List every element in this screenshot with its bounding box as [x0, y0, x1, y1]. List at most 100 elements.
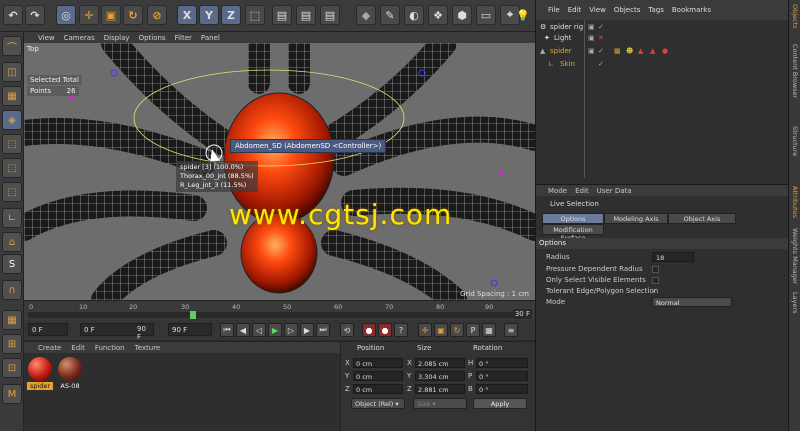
undo-icon[interactable]: ↶ [3, 5, 23, 25]
scene-icon[interactable]: ▭ [476, 5, 496, 25]
viewport-menu-display[interactable]: Display [104, 34, 130, 42]
workplane-icon[interactable]: ◈ [2, 110, 22, 130]
tweak-mode-icon[interactable]: ⌂ [2, 232, 22, 252]
record-rotation-icon[interactable]: ↻ [450, 323, 464, 337]
snap-icon[interactable]: S [2, 254, 22, 274]
pressure-checkbox[interactable] [652, 266, 659, 273]
min-time-field[interactable]: 0 F [28, 323, 68, 336]
texture-tag-icon[interactable]: ☻ [626, 47, 633, 55]
light-icon[interactable]: 💡 [513, 5, 533, 25]
tab-object-axis[interactable]: Object Axis [668, 213, 736, 224]
viewport-3d[interactable]: Top Selected Total Points 26 Abdomen_SD … [24, 43, 535, 300]
size-x-field[interactable]: 2.085 cm [415, 358, 465, 368]
rotate-icon[interactable]: ↻ [123, 5, 143, 25]
render-view-icon[interactable]: ▤ [272, 5, 292, 25]
last-tool-icon[interactable]: ⊘ [147, 5, 167, 25]
size-mode-select[interactable]: Size ▾ [413, 398, 467, 409]
viewport-menu-filter[interactable]: Filter [175, 34, 192, 42]
autokey-icon[interactable]: ● [378, 323, 392, 337]
grid-icon[interactable]: ▦ [2, 310, 22, 330]
cube-primitive-icon[interactable]: ◆ [356, 5, 376, 25]
visible-only-checkbox[interactable] [652, 277, 659, 284]
timeline-playhead[interactable] [190, 311, 197, 319]
enabled-check-icon[interactable]: ✓ [598, 23, 604, 31]
magnet-icon[interactable]: ∩ [2, 280, 22, 300]
max-time-field[interactable]: 90 F [168, 323, 212, 336]
tab-options[interactable]: Options [542, 213, 604, 224]
material-tag-icon[interactable]: ● [662, 47, 668, 55]
om-menu-tags[interactable]: Tags [648, 6, 664, 14]
nurbs-icon[interactable]: ◐ [404, 5, 424, 25]
coordinate-system-icon[interactable]: ⬚ [245, 5, 265, 25]
mode-select[interactable]: Normal [652, 297, 732, 307]
tab-attributes[interactable]: Attributes [791, 186, 799, 218]
loop-icon[interactable]: ⟲ [340, 323, 354, 337]
selection-tag-icon[interactable]: ▲ [638, 47, 643, 55]
weight-tag-icon[interactable]: ▦ [614, 47, 621, 55]
tolerant-checkbox[interactable]: ✓ [652, 287, 658, 295]
timeline-settings-icon[interactable]: ≡ [504, 323, 518, 337]
viewport-menu-options[interactable]: Options [139, 34, 166, 42]
material-menu-create[interactable]: Create [38, 344, 61, 352]
material-menu-edit[interactable]: Edit [71, 344, 85, 352]
coordinate-mode-select[interactable]: Object (Rel) ▾ [351, 398, 405, 409]
om-menu-file[interactable]: File [548, 6, 560, 14]
next-frame-icon[interactable]: ▷ [284, 323, 298, 337]
object-row[interactable]: ∟ Skin ✓ [536, 60, 788, 70]
om-menu-view[interactable]: View [589, 6, 606, 14]
am-menu-user-data[interactable]: User Data [597, 187, 632, 195]
points-mode-icon[interactable]: ⬚ [2, 134, 22, 154]
edit-render-settings-icon[interactable]: ▤ [320, 5, 340, 25]
pos-z-field[interactable]: 0 cm [353, 384, 403, 394]
live-selection-icon[interactable]: ◎ [56, 5, 76, 25]
tab-modeling-axis[interactable]: Modeling Axis [604, 213, 668, 224]
record-parameter-icon[interactable]: P [466, 323, 480, 337]
axis-z-button[interactable]: Z [221, 5, 241, 25]
am-menu-edit[interactable]: Edit [575, 187, 589, 195]
tab-layers[interactable]: Layers [791, 292, 799, 314]
object-row[interactable]: ✦ Light ▣ ✕ [536, 34, 788, 44]
tab-weights-manager[interactable]: Weights Manager [791, 228, 799, 285]
am-menu-mode[interactable]: Mode [548, 187, 567, 195]
selection-tag-icon[interactable]: ▲ [650, 47, 655, 55]
redo-icon[interactable]: ↷ [25, 5, 45, 25]
material-item[interactable]: spider [27, 357, 53, 390]
record-position-icon[interactable]: ✛ [418, 323, 432, 337]
keyframe-icon[interactable]: ⊡ [2, 358, 22, 378]
record-scale-icon[interactable]: ▣ [434, 323, 448, 337]
axis-y-button[interactable]: Y [199, 5, 219, 25]
axis-x-button[interactable]: X [177, 5, 197, 25]
rot-p-field[interactable]: 0 ° [476, 371, 528, 381]
next-key-icon[interactable]: ▶ [300, 323, 314, 337]
timeline-track[interactable] [28, 312, 515, 318]
rot-h-field[interactable]: 0 ° [476, 358, 528, 368]
current-frame-field[interactable]: 30 F [512, 309, 532, 319]
size-y-field[interactable]: 3.304 cm [415, 371, 465, 381]
preview-max-field[interactable]: 90 F [134, 323, 154, 341]
array-icon[interactable]: ❖ [428, 5, 448, 25]
keyframe-selection-icon[interactable]: ? [394, 323, 408, 337]
apply-button[interactable]: Apply [473, 398, 527, 409]
radius-field[interactable]: 18 [652, 252, 694, 262]
viewport-menu-cameras[interactable]: Cameras [64, 34, 95, 42]
play-icon[interactable]: ▶ [268, 323, 282, 337]
scale-icon[interactable]: ▣ [101, 5, 121, 25]
enabled-check-icon[interactable]: ✓ [598, 60, 604, 68]
spline-pen-icon[interactable]: ✎ [380, 5, 400, 25]
tab-modification-surface[interactable]: Modification Surface [542, 224, 604, 242]
enabled-check-icon[interactable]: ✓ [598, 47, 604, 55]
tab-content-browser[interactable]: Content Browser [791, 44, 799, 98]
disabled-x-icon[interactable]: ✕ [598, 34, 604, 42]
om-menu-objects[interactable]: Objects [614, 6, 640, 14]
material-menu-function[interactable]: Function [95, 344, 125, 352]
rot-b-field[interactable]: 0 ° [476, 384, 528, 394]
material-item[interactable]: AS-08 [57, 357, 83, 390]
axis-mode-icon[interactable]: ∟ [2, 208, 22, 228]
om-menu-bookmarks[interactable]: Bookmarks [672, 6, 711, 14]
prev-key-icon[interactable]: ◀ [236, 323, 250, 337]
pos-x-field[interactable]: 0 cm [353, 358, 403, 368]
object-row[interactable]: ▲ spider ▣ ✓ ▦ ☻ ▲ ▲ ● [536, 47, 788, 57]
record-active-icon[interactable]: ● [362, 323, 376, 337]
render-picture-viewer-icon[interactable]: ▤ [296, 5, 316, 25]
polygons-mode-icon[interactable]: ⬚ [2, 182, 22, 202]
